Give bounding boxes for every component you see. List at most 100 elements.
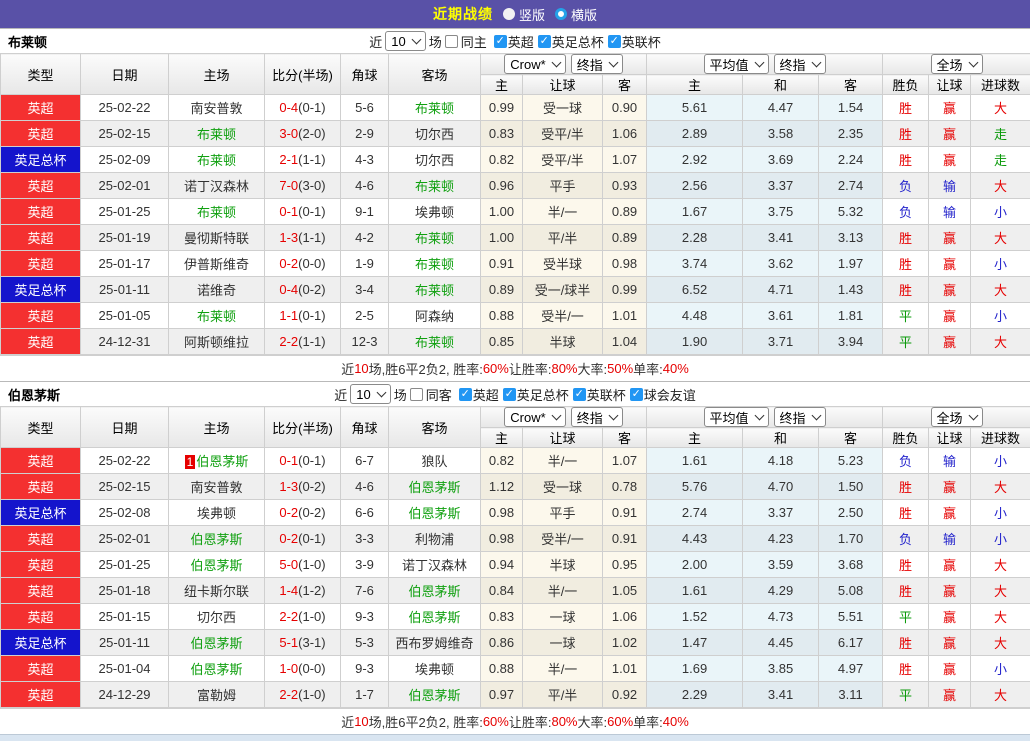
average-stage-value: 终指 (780, 55, 806, 74)
league-filter[interactable]: ✓英足总杯 (503, 385, 569, 404)
league-label: 英足总杯 (517, 385, 569, 404)
period-select[interactable]: 全场 (931, 54, 983, 74)
league-filter[interactable]: ✓英超 (494, 32, 534, 51)
away-team-cell: 布莱顿 (389, 173, 481, 199)
match-row: 英超25-01-19曼彻斯特联1-3(1-1)4-2布莱顿1.00平/半0.89… (1, 225, 1030, 251)
checked-checkbox-icon[interactable]: ✓ (573, 388, 586, 401)
score-cell: 0-4(0-1) (265, 95, 341, 121)
checked-checkbox-icon[interactable]: ✓ (494, 35, 507, 48)
avg-draw-cell: 3.69 (743, 147, 819, 173)
avg-home-cell: 4.48 (647, 303, 743, 329)
checked-checkbox-icon[interactable]: ✓ (459, 388, 472, 401)
odds-home-cell: 0.98 (481, 500, 523, 526)
home-team-name: 诺维奇 (197, 283, 236, 298)
away-team-cell: 伯恩茅斯 (389, 578, 481, 604)
col-odds-home: 主 (481, 75, 523, 95)
checked-checkbox-icon[interactable]: ✓ (630, 388, 643, 401)
same-venue-checkbox[interactable] (445, 35, 458, 48)
chevron-down-icon (811, 411, 821, 421)
away-team-cell: 西布罗姆维奇 (389, 630, 481, 656)
match-row: 英超25-02-15布莱顿3-0(2-0)2-9切尔西0.83受平/半1.062… (1, 121, 1030, 147)
goals-result-cell: 小 (971, 303, 1030, 329)
bookmaker-select[interactable]: Crow* (504, 407, 565, 427)
checked-checkbox-icon[interactable]: ✓ (608, 35, 621, 48)
checked-checkbox-icon[interactable]: ✓ (538, 35, 551, 48)
avg-home-cell: 2.74 (647, 500, 743, 526)
winloss-result-cell: 胜 (883, 251, 929, 277)
fulltime-score: 0-2 (279, 531, 298, 546)
summary-segment: 80% (551, 361, 577, 376)
checked-checkbox-icon[interactable]: ✓ (503, 388, 516, 401)
halftime-score: (0-2) (298, 282, 325, 297)
odds-away-cell: 0.78 (603, 474, 647, 500)
odds-stage-select[interactable]: 终指 (571, 407, 623, 427)
summary-segment: 近 (341, 359, 354, 378)
away-team-name: 切尔西 (415, 153, 454, 168)
league-type-badge: 英超 (1, 604, 81, 630)
period-select[interactable]: 全场 (931, 407, 983, 427)
avg-away-cell: 2.35 (819, 121, 883, 147)
fulltime-score: 1-4 (279, 583, 298, 598)
layout-horizontal-option[interactable]: 横版 (555, 5, 597, 24)
avg-away-cell: 3.13 (819, 225, 883, 251)
winloss-result-cell: 胜 (883, 121, 929, 147)
league-filter[interactable]: ✓英联杯 (608, 32, 661, 51)
layout-vertical-option[interactable]: 竖版 (503, 5, 545, 24)
home-team-name: 诺丁汉森林 (184, 179, 249, 194)
match-count-select[interactable]: 10 (385, 31, 425, 51)
odds-stage-select[interactable]: 终指 (571, 54, 623, 74)
corner-cell: 2-5 (341, 303, 389, 329)
avg-draw-cell: 3.37 (743, 173, 819, 199)
league-filter[interactable]: ✓球会友谊 (630, 385, 696, 404)
filter-bar: 近 10 场 同主 ✓英超✓英足总杯✓英联杯 (369, 31, 661, 51)
chevron-down-icon (968, 411, 978, 421)
avg-away-cell: 1.70 (819, 526, 883, 552)
col-score: 比分(半场) (265, 407, 341, 448)
match-count-select[interactable]: 10 (350, 384, 390, 404)
average-stage-value: 终指 (780, 408, 806, 427)
home-team-name: 埃弗顿 (197, 506, 236, 521)
team-section-bournemouth: 伯恩茅斯 近 10 场 同客 ✓英超✓英足总杯✓英联杯✓球会友谊 类型 日期 主… (0, 381, 1030, 734)
radio-checked-icon[interactable] (555, 8, 567, 20)
odds-handicap-cell: 平手 (523, 173, 603, 199)
odds-handicap-cell: 平/半 (523, 682, 603, 708)
col-avg-home: 主 (647, 75, 743, 95)
odds-home-cell: 0.86 (481, 630, 523, 656)
average-select[interactable]: 平均值 (704, 54, 769, 74)
away-team-cell: 切尔西 (389, 147, 481, 173)
date-cell: 25-02-08 (81, 500, 169, 526)
odds-away-cell: 0.91 (603, 526, 647, 552)
odds-handicap-cell: 受一/球半 (523, 277, 603, 303)
match-count-value: 10 (391, 34, 405, 49)
winloss-result-cell: 胜 (883, 552, 929, 578)
corner-cell: 2-9 (341, 121, 389, 147)
league-filter[interactable]: ✓英超 (459, 385, 499, 404)
halftime-score: (0-1) (298, 308, 325, 323)
odds-away-cell: 1.01 (603, 303, 647, 329)
bookmaker-select[interactable]: Crow* (504, 54, 565, 74)
goals-result-cell: 大 (971, 95, 1030, 121)
col-avg-home: 主 (647, 428, 743, 448)
goals-result-cell: 小 (971, 448, 1030, 474)
score-cell: 0-2(0-1) (265, 526, 341, 552)
match-row: 英足总杯25-02-09布莱顿2-1(1-1)4-3切尔西0.82受平/半1.0… (1, 147, 1030, 173)
avg-draw-cell: 4.47 (743, 95, 819, 121)
col-avg-draw: 和 (743, 428, 819, 448)
odds-home-cell: 0.88 (481, 303, 523, 329)
league-filter[interactable]: ✓英联杯 (573, 385, 626, 404)
matches-table: 类型 日期 主场 比分(半场) 角球 客场 Crow* 终指 平均值 终指 (0, 406, 1030, 708)
avg-away-cell: 1.97 (819, 251, 883, 277)
winloss-result-cell: 平 (883, 682, 929, 708)
handicap-result-cell: 赢 (929, 474, 971, 500)
average-select[interactable]: 平均值 (704, 407, 769, 427)
col-away: 客场 (389, 407, 481, 448)
date-cell: 25-01-19 (81, 225, 169, 251)
league-filter[interactable]: ✓英足总杯 (538, 32, 604, 51)
radio-unchecked-icon[interactable] (503, 8, 515, 20)
handicap-result-cell: 赢 (929, 251, 971, 277)
same-venue-checkbox[interactable] (410, 388, 423, 401)
home-team-cell: 曼彻斯特联 (169, 225, 265, 251)
halftime-score: (1-1) (298, 230, 325, 245)
average-stage-select[interactable]: 终指 (774, 54, 826, 74)
average-stage-select[interactable]: 终指 (774, 407, 826, 427)
